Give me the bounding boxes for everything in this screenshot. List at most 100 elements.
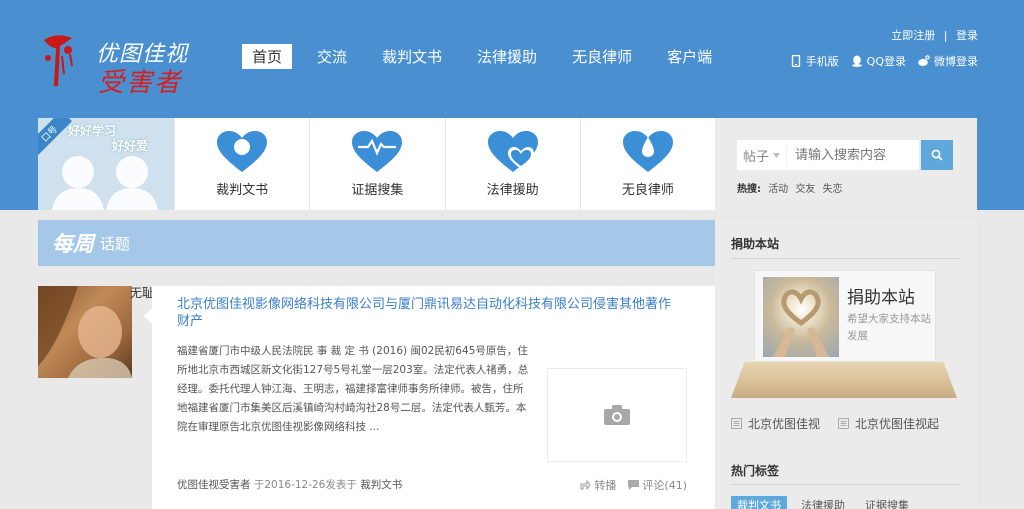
nav-item-judgments[interactable]: 裁判文书 [372,44,452,69]
site-logo[interactable]: 优图佳视 受害者 [38,28,218,98]
article-meta: 优图佳视受害者 于2016-12-26发表于 裁判文书 [177,477,402,492]
hot-tags-heading: 热门标签 [731,464,780,478]
search-input[interactable] [787,147,913,163]
divider [731,258,961,259]
slogan-banner: 口号 好好学习 好好爱 [38,118,174,210]
feature-bar: 口号 好好学习 好好爱 裁判文书 证据搜集 法律援助 无良律师 [38,118,715,210]
article-actions: 转播 评论(41) [580,477,687,493]
register-link[interactable]: 立即注册 [891,29,935,42]
article-meta-at: 于 [253,479,265,491]
donate-image [763,277,839,357]
mobile-link-label: 手机版 [805,55,839,68]
tag-item[interactable]: 法律援助 [795,496,851,509]
weekly-subtitle: 话题 [100,235,131,253]
sidebar-link[interactable]: 北京优图佳视起 [838,415,939,432]
hot-search-term[interactable]: 交友 [795,184,815,195]
article-meta-posted: 发表于 [325,479,357,491]
article-image-placeholder[interactable] [547,368,687,462]
feature-judgments[interactable]: 裁判文书 [174,118,309,210]
weibo-icon [918,55,930,67]
article-card: 北京优图佳视影像网络科技有限公司与厦门鼎讯易达自动化科技有限公司侵害其他著作财产… [144,286,715,509]
author-avatar[interactable] [38,286,132,378]
mobile-link[interactable]: 手机版 [790,53,839,69]
weibo-login-label: 微博登录 [934,55,978,68]
article-title[interactable]: 北京优图佳视影像网络科技有限公司与厦门鼎讯易达自动化科技有限公司侵害其他著作财产 [177,296,682,330]
feature-evidence[interactable]: 证据搜集 [309,118,444,210]
search-category-value: 帖子 [743,149,770,165]
quick-links: 手机版 QQ登录 微博登录 [790,53,978,69]
nav-item-bad-lawyers[interactable]: 无良律师 [562,44,642,69]
double-heart-icon [487,130,538,172]
main-nav: 首页 交流 裁判文书 法律援助 无良律师 客户端 [242,44,737,69]
avatar-photo [38,286,132,378]
tag-item[interactable]: 证据搜集 [859,496,915,509]
search-category-select[interactable]: 帖子 [737,145,787,165]
hot-search-label: 热搜: [737,184,761,195]
document-icon [838,418,850,429]
slogan-line-1: 好好学习 [68,124,117,138]
nav-item-legal-aid[interactable]: 法律援助 [467,44,547,69]
logo-text-bottom: 受害者 [98,68,183,98]
heart-hands-icon [773,289,829,357]
feature-legal-aid[interactable]: 法律援助 [444,118,580,210]
feature-legal-aid-label: 法律援助 [486,182,539,198]
account-links: 立即注册 | 登录 [891,27,978,43]
pulse-heart-icon [352,130,403,172]
donate-title: 捐助本站 [847,288,915,308]
search-button[interactable] [921,140,953,170]
nav-item-exchange[interactable]: 交流 [307,44,357,69]
sidebar-link[interactable]: 北京优图佳视 [731,415,820,432]
search-icon [931,149,943,161]
weekly-topic-header: 每周 话题 [38,220,715,266]
document-icon [731,418,742,429]
search-box: 帖子 [737,140,919,170]
share-icon [580,480,592,490]
wood-shelf [731,362,957,398]
hot-search-term[interactable]: 失恋 [823,184,843,195]
weibo-login-link[interactable]: 微博登录 [918,53,978,69]
sidebar-links: 北京优图佳视 北京优图佳视起 [731,415,939,432]
drop-heart-icon [622,130,673,172]
qq-icon [851,55,862,67]
share-label: 转播 [594,479,617,492]
weekly-title: 每周 [52,232,94,256]
comment-icon [628,480,640,490]
search-panel: 帖子 热搜: 活动 交友 失恋 [715,118,977,210]
feature-bad-lawyers-label: 无良律师 [621,182,674,198]
donate-card[interactable]: 捐助本站 希望大家支持本站发展 [754,270,936,362]
feature-evidence-label: 证据搜集 [351,182,404,198]
qq-login-link[interactable]: QQ登录 [851,53,906,69]
account-separator: | [943,29,948,42]
article-author[interactable]: 优图佳视受害者 [177,479,251,491]
article-excerpt: 福建省厦门市中级人民法院民 事 裁 定 书 (2016) 闽02民初645号原告… [177,345,529,433]
tag-item[interactable]: 裁判文书 [731,496,787,509]
qq-login-label: QQ登录 [866,55,906,68]
sidebar: 捐助本站 捐助本站 希望大家支持本站发展 北京优图佳视 北京优图佳视起 热门标签… [715,220,977,509]
sidebar-link-label: 北京优图佳视起 [855,417,940,431]
donate-heading: 捐助本站 [731,237,780,251]
nav-item-home[interactable]: 首页 [242,44,293,69]
donate-subtitle: 希望大家支持本站发展 [847,313,931,342]
feature-bad-lawyers[interactable]: 无良律师 [579,118,715,210]
hot-tags: 裁判文书 法律援助 证据搜集 [731,496,915,509]
feature-judgments-label: 裁判文书 [216,182,269,198]
comments-label: 评论(41) [642,479,687,492]
circle-heart-icon [217,130,268,172]
logo-mark-icon [44,35,73,86]
sidebar-link-label: 北京优图佳视 [748,417,821,431]
slogan-line-2: 好好爱 [112,139,149,153]
avatar-caption: 无耻 [130,286,155,300]
hot-search-term[interactable]: 活动 [768,184,788,195]
chevron-down-icon [773,152,781,158]
article-category[interactable]: 裁判文书 [360,479,402,491]
slogan-text: 好好学习 好好爱 [68,124,148,154]
mobile-icon [791,55,800,67]
camera-icon [604,405,630,425]
hot-search: 热搜: 活动 交友 失恋 [737,180,843,195]
comments-button[interactable]: 评论(41) [628,477,687,493]
divider [731,484,961,485]
nav-item-client[interactable]: 客户端 [657,44,722,69]
share-button[interactable]: 转播 [580,477,616,493]
article-date: 2016-12-26 [264,479,326,491]
login-link[interactable]: 登录 [956,29,978,42]
